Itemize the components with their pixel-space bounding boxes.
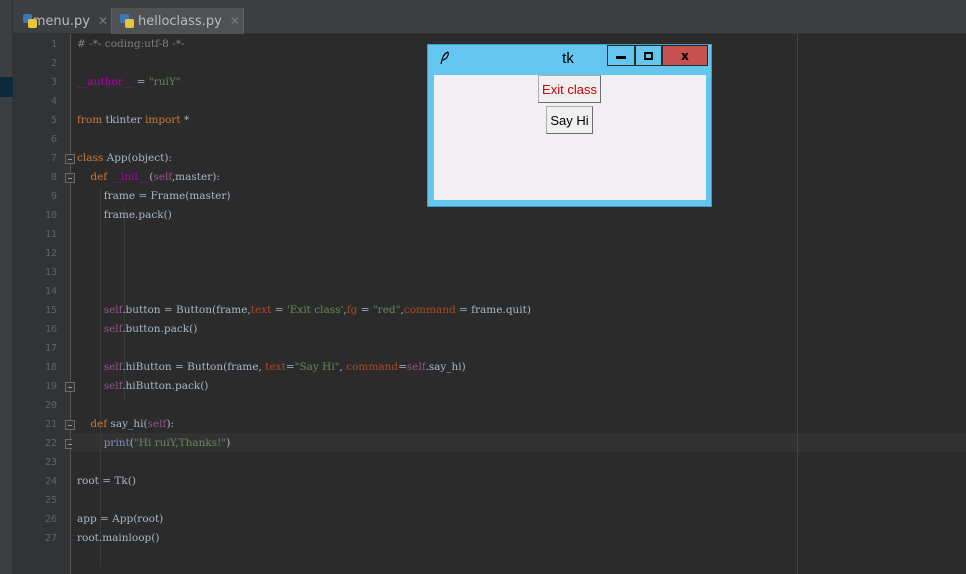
code-text: # -*- coding:utf-8 -*- (77, 38, 185, 50)
minimize-icon (616, 56, 626, 59)
line-number: 25 (44, 495, 57, 506)
line-number: 19 (44, 381, 57, 392)
python-file-icon (120, 14, 134, 28)
code-text: app = App(root) (77, 513, 164, 525)
line-number: 12 (44, 248, 57, 259)
code-line-27: root.mainloop() (77, 529, 159, 548)
tool-window-strip (0, 0, 13, 574)
code-line-21: def say_hi(self): (77, 415, 174, 434)
editor-tab-bar: menu.py ✕ helloclass.py ✕ (13, 0, 966, 34)
right-margin-guide (797, 34, 798, 574)
tk-titlebar[interactable]: tk x (428, 45, 711, 71)
code-text: class App(object): (77, 152, 172, 164)
close-tab-icon[interactable]: ✕ (98, 14, 108, 28)
close-window-button[interactable]: x (662, 45, 708, 66)
code-text: def __init__(self,master): (90, 171, 220, 183)
code-line-18: self.hiButton = Button(frame, text="Say … (77, 358, 466, 377)
close-tab-icon[interactable]: ✕ (230, 14, 240, 28)
code-text: from tkinter import * (77, 114, 190, 126)
line-number: 2 (50, 58, 57, 69)
tk-app-window[interactable]: tk x Exit class Say Hi (427, 44, 712, 207)
code-line-26: app = App(root) (77, 510, 163, 529)
code-line-8: def __init__(self,master): (77, 168, 220, 187)
line-number: 26 (44, 514, 57, 525)
code-line-22: print("Hi ruiY,Thanks!") (77, 434, 231, 453)
code-text: self.button.pack() (103, 323, 198, 335)
line-number: 22 (44, 438, 57, 449)
line-number-gutter: 1 2 3 4 5 6 7 8 9 10 11 12 13 14 15 16 1… (13, 34, 75, 574)
line-number: 10 (44, 210, 57, 221)
code-line-5: from tkinter import * (77, 111, 189, 130)
line-number: 1 (50, 39, 57, 50)
line-number: 11 (44, 229, 57, 240)
code-text: frame = Frame(master) (77, 190, 231, 202)
code-line-19: self.hiButton.pack() (77, 377, 209, 396)
line-number: 20 (44, 400, 57, 411)
exit-class-button[interactable]: Exit class (538, 75, 601, 103)
code-text: self.button = Button(frame,text = 'Exit … (103, 304, 531, 316)
line-number: 27 (44, 533, 57, 544)
line-number: 4 (50, 96, 57, 107)
code-line-7: class App(object): (77, 149, 172, 168)
tk-feather-icon (440, 51, 449, 65)
code-line-16: self.button.pack() (77, 320, 198, 339)
code-text: frame.pack() (77, 209, 172, 221)
code-line-9: frame = Frame(master) (77, 187, 231, 206)
say-hi-button[interactable]: Say Hi (546, 106, 593, 134)
code-text: __author__ = "ruiY" (77, 76, 181, 88)
tool-window-selected-marker[interactable] (0, 77, 13, 97)
code-line-24: root = Tk() (77, 472, 136, 491)
line-number: 3 (50, 77, 57, 88)
code-text: root = Tk() (77, 475, 136, 487)
code-text: def say_hi(self): (90, 418, 175, 430)
line-number: 8 (50, 172, 57, 183)
line-number: 9 (50, 191, 57, 202)
line-number: 23 (44, 457, 57, 468)
line-number: 21 (44, 419, 57, 430)
line-number: 14 (44, 286, 57, 297)
code-line-15: self.button = Button(frame,text = 'Exit … (77, 301, 531, 320)
tk-window-title: tk (562, 50, 574, 67)
line-number: 17 (44, 343, 57, 354)
tab-helloclass-py[interactable]: helloclass.py ✕ (111, 8, 244, 34)
maximize-button[interactable] (635, 45, 662, 66)
line-number: 13 (44, 267, 57, 278)
tab-label: menu.py (32, 13, 90, 29)
line-number: 15 (44, 305, 57, 316)
line-number: 24 (44, 476, 57, 487)
tk-window-content: Exit class Say Hi (434, 75, 706, 200)
code-text: print("Hi ruiY,Thanks!") (103, 437, 231, 449)
tab-label: helloclass.py (138, 13, 222, 29)
minimize-button[interactable] (607, 45, 635, 66)
close-icon: x (681, 48, 689, 63)
code-line-3: __author__ = "ruiY" (77, 73, 181, 92)
line-number: 5 (50, 115, 57, 126)
maximize-icon (644, 51, 653, 60)
code-line-1: # -*- coding:utf-8 -*- (77, 35, 185, 54)
line-number: 7 (50, 153, 57, 164)
code-text: root.mainloop() (77, 532, 160, 544)
code-line-10: frame.pack() (77, 206, 172, 225)
code-text: self.hiButton = Button(frame, text="Say … (103, 361, 466, 373)
tab-menu-py[interactable]: menu.py ✕ (15, 8, 108, 34)
line-number: 16 (44, 324, 57, 335)
line-number: 6 (50, 134, 57, 145)
line-number: 18 (44, 362, 57, 373)
code-text: self.hiButton.pack() (103, 380, 209, 392)
python-file-icon (23, 14, 37, 28)
